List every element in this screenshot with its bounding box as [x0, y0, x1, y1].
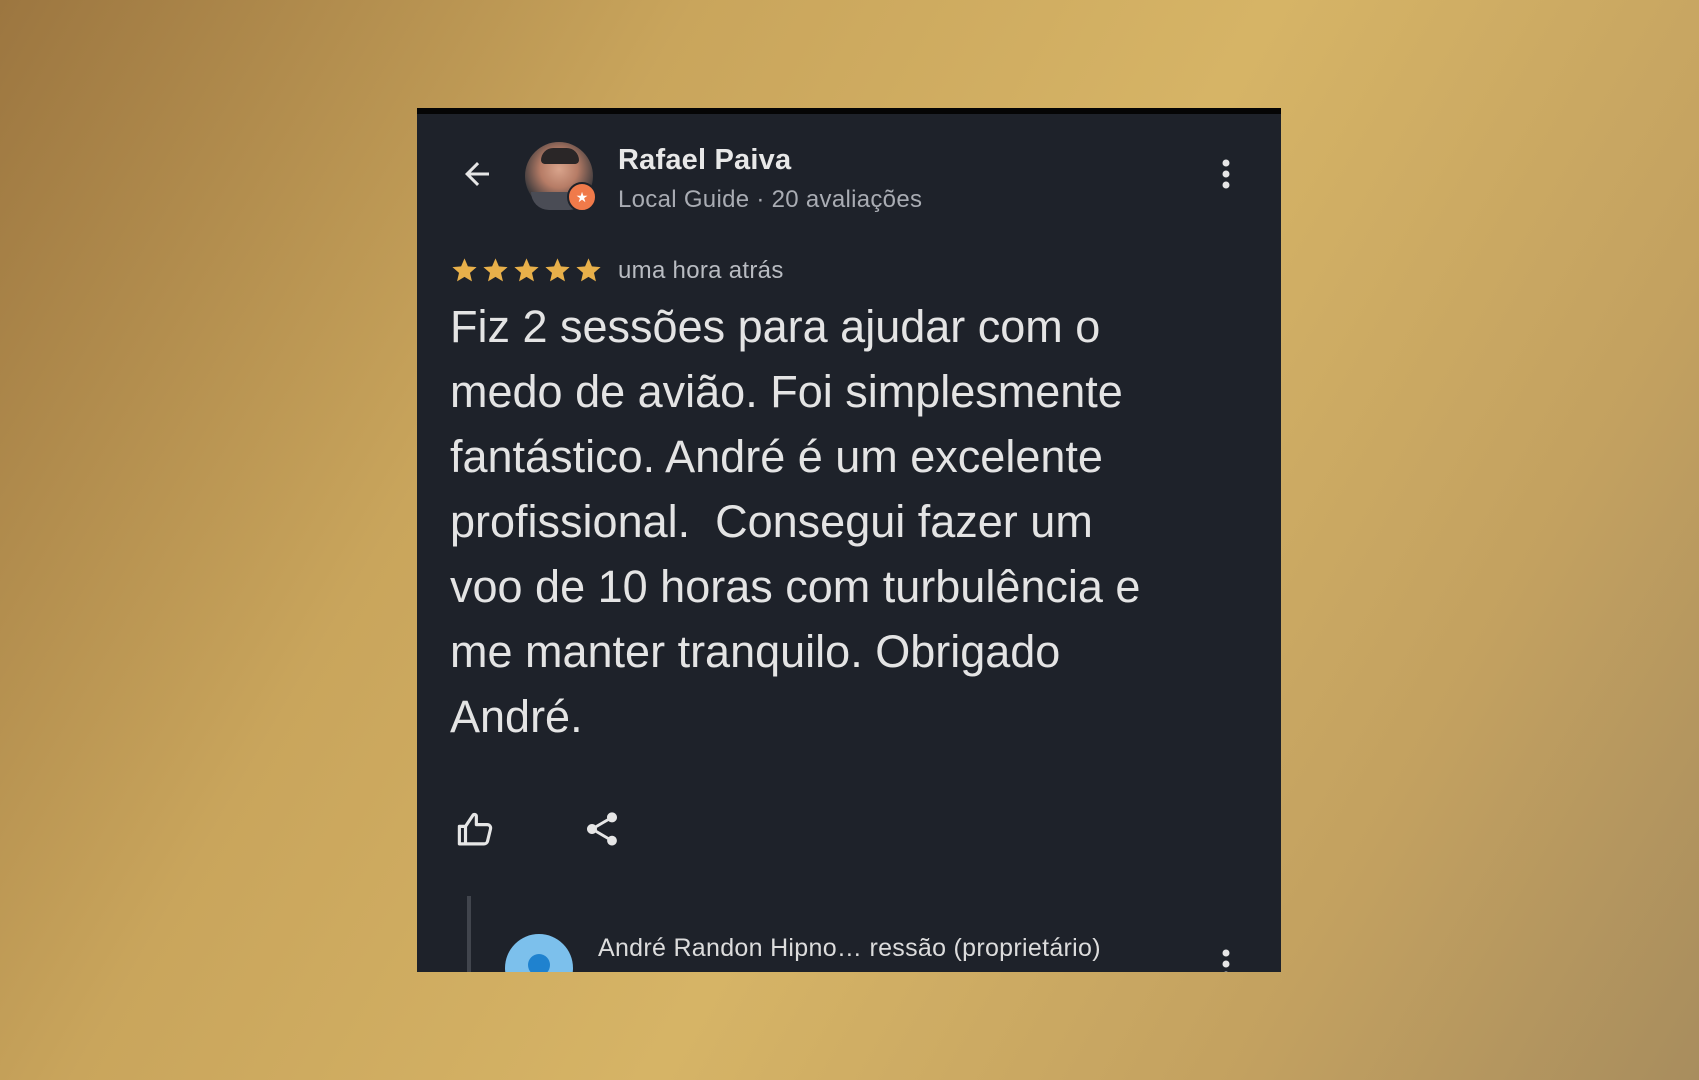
avatar-hair [541, 148, 579, 164]
like-button[interactable] [451, 804, 501, 854]
reply-thread-line [467, 896, 471, 972]
star-icon [452, 258, 477, 282]
owner-more-options-button[interactable] [1211, 944, 1241, 972]
owner-reply-name: André Randon Hipno… ressão (proprietário… [598, 934, 1101, 962]
owner-avatar-dot [528, 954, 550, 972]
review-card: ★ Rafael Paiva Local Guide · 20 avaliaçõ… [417, 108, 1281, 972]
review-time: uma hora atrás [618, 257, 784, 284]
local-guide-star-icon: ★ [567, 182, 597, 212]
avatar[interactable]: ★ [525, 142, 597, 212]
back-button[interactable] [457, 154, 497, 194]
thumbs-up-icon [457, 812, 493, 846]
arrow-left-icon [465, 162, 489, 186]
more-options-button[interactable] [1211, 154, 1241, 194]
star-icon [545, 258, 570, 282]
star-icon [576, 258, 601, 282]
star-rating [450, 256, 603, 285]
reviewer-subtitle: Local Guide · 20 avaliações [618, 186, 923, 213]
star-icon [514, 258, 539, 282]
more-vertical-icon [1222, 159, 1230, 189]
reviewer-name[interactable]: Rafael Paiva [618, 144, 791, 177]
review-text: Fiz 2 sessões para ajudar com o medo de … [450, 301, 1141, 742]
star-icon [483, 258, 508, 282]
share-icon [587, 812, 617, 846]
more-vertical-icon [1222, 949, 1230, 972]
share-button[interactable] [577, 804, 627, 854]
owner-avatar[interactable] [505, 934, 573, 972]
